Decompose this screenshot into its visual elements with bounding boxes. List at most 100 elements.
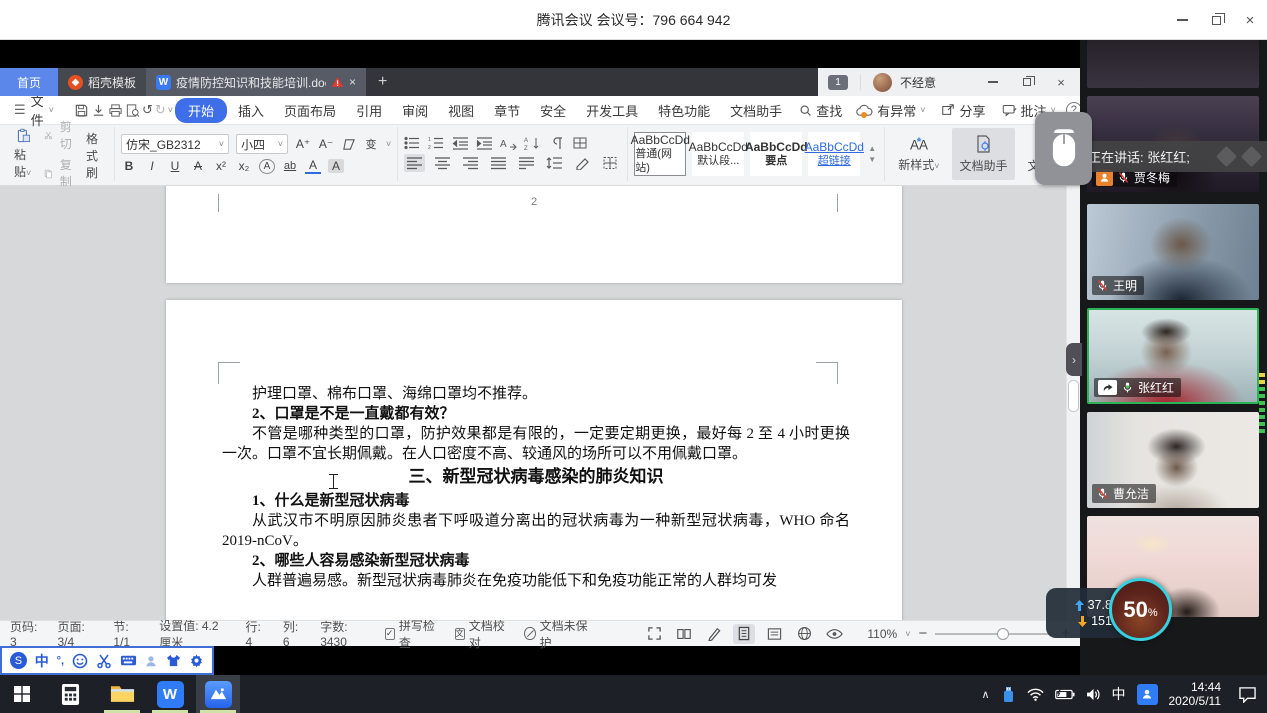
tray-expand-icon[interactable]: ∧ (981, 688, 989, 701)
shrink-font-button[interactable]: A⁻ (318, 137, 334, 151)
align-left-button[interactable] (404, 154, 425, 172)
format-painter-button[interactable]: 格式刷 (82, 128, 108, 180)
zoom-slider-knob[interactable] (997, 628, 1009, 640)
highlight-button[interactable]: ab (282, 160, 298, 172)
distribute-icon[interactable] (572, 136, 589, 150)
decrease-indent-icon[interactable] (452, 136, 469, 150)
spell-check-button[interactable]: ✓ 拼写检查 (385, 617, 439, 651)
participant-tile[interactable]: 王明 (1087, 204, 1259, 300)
outline-view-button[interactable] (763, 624, 785, 644)
distribute-text-button[interactable] (516, 154, 537, 172)
taskbar-calculator[interactable] (48, 675, 92, 713)
share-button[interactable]: 分享 (935, 101, 991, 120)
superscript-button[interactable]: x² (213, 159, 229, 173)
ink-button[interactable] (703, 624, 725, 644)
restore-button[interactable] (1199, 0, 1233, 40)
notification-badge[interactable]: 1 (828, 75, 848, 90)
ime-lang-toggle[interactable]: 中 (35, 651, 49, 671)
char-scale-icon[interactable]: A (500, 136, 517, 150)
style-hyperlink[interactable]: AaBbCcDd 超链接 (808, 132, 860, 176)
document-page-3[interactable]: 护理口罩、棉布口罩、海绵口罩均不推荐。 2、口罩是不是一直戴都有效？ 不管是哪种… (166, 300, 902, 620)
menu-item-section[interactable]: 章节 (485, 98, 529, 123)
pinyin-guide-button[interactable]: 变 (363, 136, 379, 152)
bullet-list-icon[interactable] (404, 136, 421, 150)
tab-close-icon[interactable]: × (349, 75, 356, 89)
show-marks-icon[interactable] (548, 136, 565, 150)
screenshot-scissors-icon[interactable] (96, 653, 112, 669)
ime-punct-toggle[interactable]: °, (57, 655, 64, 667)
italic-button[interactable]: I (144, 159, 160, 173)
sort-icon[interactable]: AZ (524, 136, 541, 150)
tab-document[interactable]: W 疫情防控知识和技能培训.docx × (146, 68, 366, 96)
action-center-icon[interactable] (1238, 686, 1257, 703)
sync-abnormal-button[interactable]: 有异常 ˅ (850, 101, 931, 120)
print-button[interactable] (108, 99, 123, 121)
export-button[interactable] (91, 99, 106, 121)
page-view-button[interactable] (733, 624, 755, 644)
ime-language-indicator[interactable]: 中 (1112, 684, 1126, 704)
quickbar-expand-button[interactable]: ˅ (168, 99, 173, 121)
char-shading-button[interactable]: A (328, 159, 344, 173)
zoom-out-button[interactable]: − (918, 625, 927, 642)
document-page-2[interactable]: 2 (166, 186, 902, 283)
person-icon[interactable] (144, 654, 158, 668)
menu-item-special-features[interactable]: 特色功能 (649, 98, 719, 123)
tab-home[interactable]: 首页 (0, 68, 58, 96)
line-spacing-button[interactable] (544, 154, 565, 172)
taskbar-tencent-meeting[interactable] (196, 675, 240, 713)
grow-font-button[interactable]: A⁺ (295, 137, 311, 151)
status-words[interactable]: 字数: 3430 (320, 618, 368, 649)
wps-restore-button[interactable] (1014, 68, 1040, 96)
find-button[interactable]: 查找 (793, 101, 848, 120)
minimize-button[interactable] (1165, 0, 1199, 40)
wifi-icon[interactable] (1027, 688, 1044, 701)
menu-item-security[interactable]: 安全 (531, 98, 575, 123)
emoji-icon[interactable] (72, 653, 88, 669)
paragraph[interactable]: 护理口罩、棉布口罩、海绵口罩均不推荐。 (222, 384, 850, 404)
clear-format-icon[interactable] (341, 138, 356, 151)
copy-button[interactable]: 复制 (44, 156, 76, 190)
close-button[interactable]: × (1233, 0, 1267, 40)
bold-button[interactable]: B (121, 159, 137, 173)
font-color-button[interactable]: A (305, 158, 321, 174)
menu-item-view[interactable]: 视图 (439, 98, 483, 123)
gear-icon[interactable] (189, 653, 204, 668)
optimizer-badge[interactable]: 50 % (1109, 578, 1172, 641)
menu-item-insert[interactable]: 插入 (229, 98, 273, 123)
menu-item-page-layout[interactable]: 页面布局 (275, 98, 345, 123)
vertical-scrollbar[interactable] (1066, 186, 1080, 620)
align-center-button[interactable] (432, 154, 453, 172)
enclose-char-button[interactable]: A (259, 159, 275, 174)
paragraph[interactable]: 不管是哪种类型的口罩，防护效果都是有限的，一定要定期更换，最好每 2 至 4 小… (222, 424, 850, 464)
strikethrough-button[interactable]: A (190, 159, 206, 173)
taskbar-file-explorer[interactable] (100, 675, 144, 713)
document-area[interactable]: 2 护理口罩、棉布口罩、海绵口罩均不推荐。 2、口罩是不是一直戴都有效？ 不管是… (0, 186, 1080, 620)
taskbar-clock[interactable]: 14:44 2020/5/11 (1169, 680, 1222, 708)
menu-item-references[interactable]: 引用 (347, 98, 391, 123)
font-size-select[interactable]: 小四˅ (236, 134, 288, 154)
sidebar-collapse-handle[interactable]: › (1066, 343, 1082, 376)
participant-tile-partial[interactable] (1087, 40, 1259, 88)
borders-button[interactable] (600, 154, 621, 172)
style-default-paragraph[interactable]: AaBbCcDd 默认段... (692, 132, 744, 176)
new-style-button[interactable]: AA 新样式˅ (891, 128, 946, 180)
style-gallery-scroll[interactable]: ▲ ▼ (866, 144, 878, 164)
new-tab-button[interactable]: + (366, 68, 399, 96)
eye-protect-button[interactable] (823, 624, 845, 644)
wps-close-button[interactable]: × (1048, 68, 1074, 96)
style-key-point[interactable]: AaBbCcDd 要点 (750, 132, 802, 176)
participant-tile-speaking[interactable]: 张红红 (1087, 308, 1259, 404)
read-layout-button[interactable] (673, 624, 695, 644)
ime-account-icon[interactable] (1137, 684, 1158, 705)
underline-button[interactable]: U (167, 159, 183, 173)
speaker-icon[interactable] (1086, 688, 1101, 701)
justify-button[interactable] (488, 154, 509, 172)
redo-button[interactable]: ↻ (155, 99, 166, 121)
menu-item-home[interactable]: 开始 (175, 98, 227, 123)
heading[interactable]: 1、什么是新型冠状病毒 (222, 491, 850, 511)
wps-minimize-button[interactable] (980, 68, 1006, 96)
heading[interactable]: 2、哪些人容易感染新型冠状病毒 (222, 551, 850, 571)
web-view-button[interactable] (793, 624, 815, 644)
document-text[interactable]: 护理口罩、棉布口罩、海绵口罩均不推荐。 2、口罩是不是一直戴都有效？ 不管是哪种… (222, 384, 850, 591)
font-name-select[interactable]: 仿宋_GB2312˅ (121, 134, 229, 154)
